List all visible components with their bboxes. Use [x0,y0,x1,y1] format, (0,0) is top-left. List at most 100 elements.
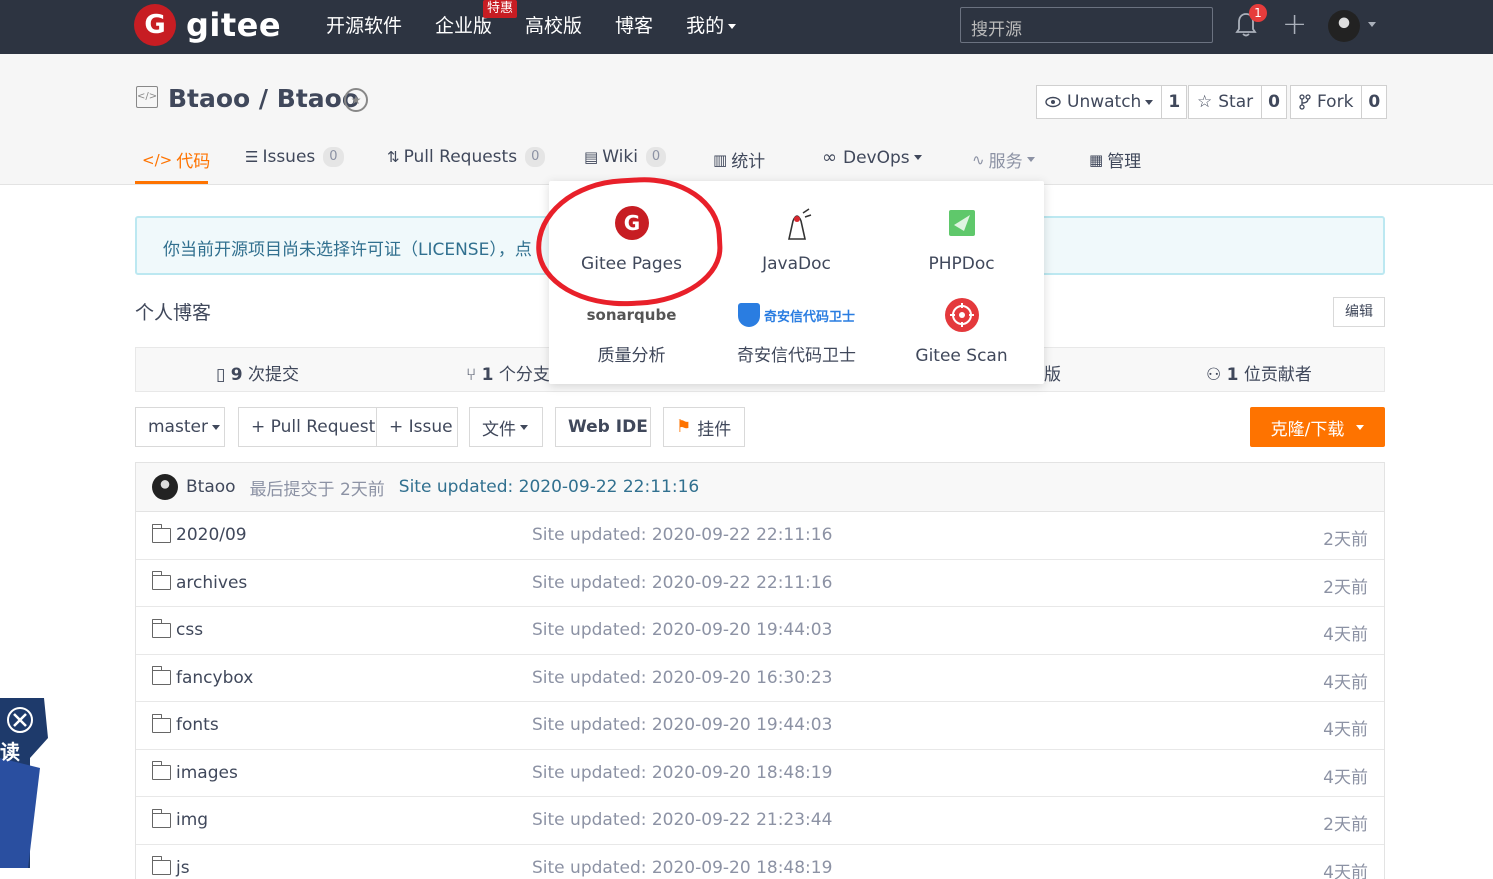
tab-devops[interactable]: ∞ DevOps [822,147,922,168]
file-commit-message[interactable]: Site updated: 2020-09-22 22:11:16 [532,525,832,545]
branches-stat[interactable]: ⑂ 1 个分支 [466,360,550,385]
new-pull-request-button[interactable]: + Pull Request [238,407,377,447]
table-row[interactable]: archives Site updated: 2020-09-22 22:11:… [136,560,1384,607]
commit-author[interactable]: Btaoo [186,477,236,497]
file-commit-message[interactable]: Site updated: 2020-09-22 22:11:16 [532,573,832,593]
menu-item-quality-analysis[interactable]: sonarqube 质量分析 [549,297,714,366]
branches-num: 1 [481,365,494,385]
file-name[interactable]: images [151,761,238,783]
nav-enterprise[interactable]: 企业版 特惠 [435,0,518,40]
file-commit-message[interactable]: Site updated: 2020-09-22 21:23:44 [532,810,832,830]
file-name[interactable]: fonts [151,713,219,735]
menu-item-label: 质量分析 [597,346,666,366]
file-time: 4天前 [1323,625,1368,645]
table-row[interactable]: 2020/09 Site updated: 2020-09-22 22:11:1… [136,512,1384,560]
menu-item-label: JavaDoc [762,254,831,274]
nav-mine[interactable]: 我的 [686,12,737,40]
floating-promo-widget[interactable]: 读 [0,698,48,868]
gitee-logo[interactable]: G gitee [134,4,281,46]
nav-open-source[interactable]: 开源软件 [326,12,402,40]
tab-stats[interactable]: ▥ 统计 [713,147,765,173]
tab-code[interactable]: </> 代码 [142,147,211,173]
menu-item-qianxin[interactable]: 奇安信代码卫士 奇安信代码卫士 [714,297,879,366]
table-row[interactable]: css Site updated: 2020-09-20 19:44:03 4天… [136,607,1384,655]
branch-name: master [148,417,208,437]
releases-label: 版 [1044,365,1061,385]
plus-icon[interactable]: + [1282,10,1307,40]
file-name[interactable]: archives [151,571,247,593]
fork-button[interactable]: Fork 0 [1290,85,1388,119]
file-name[interactable]: js [151,856,190,878]
avatar[interactable] [152,474,178,500]
file-name-label: fonts [176,715,219,735]
file-commit-message[interactable]: Site updated: 2020-09-20 16:30:23 [532,668,832,688]
manage-icon: ▦ [1089,150,1104,169]
menu-item-phpdoc[interactable]: PHPDoc [879,205,1044,274]
contributors-num: 1 [1226,365,1239,385]
commit-icon: ▯ [216,365,226,385]
chevron-down-icon[interactable] [1368,22,1376,27]
file-time: 4天前 [1323,720,1368,740]
contributors-stat[interactable]: ⚇ 1 位贡献者 [1206,360,1312,385]
unwatch-button[interactable]: Unwatch 1 [1036,85,1188,119]
table-row[interactable]: fancybox Site updated: 2020-09-20 16:30:… [136,655,1384,702]
clone-download-button[interactable]: 克隆/下载 [1250,407,1385,447]
table-row[interactable]: images Site updated: 2020-09-20 18:48:19… [136,750,1384,797]
top-navbar: G gitee 开源软件 企业版 特惠 高校版 博客 我的 搜开源 1 + [0,0,1493,54]
file-name[interactable]: fancybox [151,666,253,688]
tab-pull-requests[interactable]: ⇅ Pull Requests 0 [387,147,546,167]
table-row[interactable]: js Site updated: 2020-09-20 18:48:19 4天前 [136,845,1384,879]
pulse-icon: ∿ [972,150,985,169]
commits-stat[interactable]: ▯ 9 次提交 [216,360,299,385]
web-ide-button[interactable]: Web IDE [555,407,651,447]
table-row[interactable]: img Site updated: 2020-09-22 21:23:44 2天… [136,797,1384,845]
files-dropdown[interactable]: 文件 [469,407,543,447]
file-list: 2020/09 Site updated: 2020-09-22 22:11:1… [135,512,1385,879]
file-commit-message[interactable]: Site updated: 2020-09-20 18:48:19 [532,858,832,878]
top-nav: 开源软件 企业版 特惠 高校版 博客 我的 [326,0,769,40]
edit-description-button[interactable]: 编辑 [1333,297,1385,327]
javadoc-icon [787,208,811,240]
widget-button[interactable]: ⚑ 挂件 [663,407,745,447]
promo-text: 读 [0,740,20,764]
folder-icon [151,856,171,875]
tab-code-label: 代码 [176,152,211,172]
releases-stat[interactable]: 版 [1044,360,1061,385]
file-name[interactable]: css [151,618,203,640]
file-commit-message[interactable]: Site updated: 2020-09-20 19:44:03 [532,715,832,735]
tab-services[interactable]: ∿ 服务 [972,147,1035,172]
tab-wiki[interactable]: ▤ Wiki 0 [584,147,667,167]
tab-issues[interactable]: ☰ Issues 0 [245,147,344,167]
new-issue-button[interactable]: + Issue [376,407,458,447]
folder-icon [151,571,171,590]
star-count[interactable]: 0 [1261,86,1286,118]
avatar[interactable] [1328,10,1360,42]
star-icon: ☆ [1197,92,1213,112]
file-commit-message[interactable]: Site updated: 2020-09-20 18:48:19 [532,763,832,783]
file-name[interactable]: 2020/09 [151,523,247,545]
menu-item-gitee-scan[interactable]: Gitee Scan [879,297,1044,366]
commit-message[interactable]: Site updated: 2020-09-22 22:11:16 [399,477,699,497]
menu-item-label: PHPDoc [928,254,995,274]
branch-select[interactable]: master [135,407,225,447]
tab-manage[interactable]: ▦ 管理 [1089,147,1141,173]
star-text: Star [1218,92,1254,112]
license-notice-text[interactable]: 你当前开源项目尚未选择许可证（LICENSE），点 [163,240,532,260]
search-input[interactable]: 搜开源 [960,7,1213,43]
file-name[interactable]: img [151,808,208,830]
fork-count[interactable]: 0 [1361,86,1386,118]
file-commit-message[interactable]: Site updated: 2020-09-20 19:44:03 [532,620,832,640]
clone-label: 克隆/下载 [1270,419,1345,440]
nav-blog[interactable]: 博客 [615,12,653,40]
unwatch-label: Unwatch [1037,86,1161,118]
watch-count[interactable]: 1 [1161,86,1186,118]
project-title[interactable]: Btaoo / Btaoo [168,84,359,113]
menu-item-javadoc[interactable]: JavaDoc [714,205,879,274]
last-commit-row: Btaoo 最后提交于 2天前 Site updated: 2020-09-22… [135,462,1385,512]
star-button[interactable]: ☆ Star 0 [1188,85,1287,119]
nav-university[interactable]: 高校版 [525,12,582,40]
gitee-logo-text: gitee [186,6,282,44]
fork-label: Fork [1291,86,1361,118]
recommend-badge-icon[interactable]: ★ [344,88,368,112]
table-row[interactable]: fonts Site updated: 2020-09-20 19:44:03 … [136,702,1384,750]
